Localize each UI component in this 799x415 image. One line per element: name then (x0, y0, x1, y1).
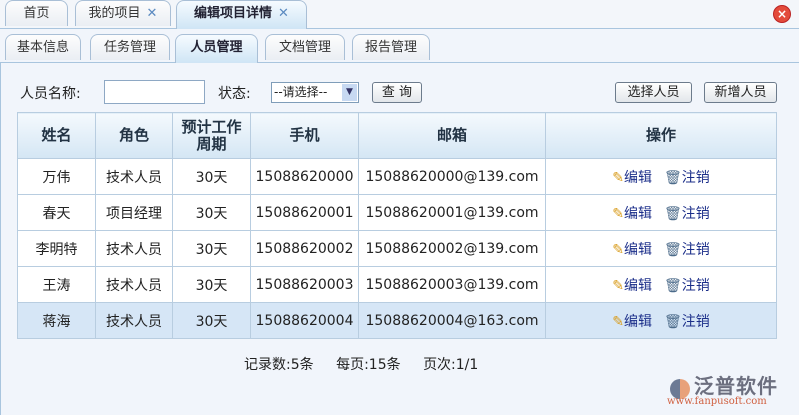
cell-phone: 15088620000 (250, 158, 359, 195)
cell-phone: 15088620004 (250, 302, 359, 339)
cell-name: 李明特 (17, 230, 96, 267)
sub-tab-bar: 基本信息 任务管理 人员管理 文档管理 报告管理 (0, 34, 799, 63)
cell-role: 技术人员 (95, 302, 173, 339)
table-row[interactable]: 王涛 技术人员 30天 15088620003 15088620003@139.com ✎… (17, 266, 777, 303)
cell-role: 技术人员 (95, 158, 173, 195)
pencil-icon: ✎ (612, 205, 624, 222)
edit-button[interactable]: ✎编辑 (612, 242, 652, 258)
tab-my-projects[interactable]: 我的项目 ✕ (75, 0, 171, 26)
pencil-icon: ✎ (612, 169, 624, 186)
tab-edit-project[interactable]: 编辑项目详情 ✕ (176, 0, 307, 29)
header-email: 邮箱 (358, 112, 546, 159)
tab-home[interactable]: 首页 (5, 0, 68, 26)
add-personnel-button[interactable]: 新增人员 (704, 82, 777, 103)
status-label: 状态: (218, 86, 251, 102)
cell-phone: 15088620003 (250, 266, 359, 303)
cell-email: 15088620003@139.com (358, 266, 546, 303)
cell-email: 15088620002@139.com (358, 230, 546, 267)
deactivate-button[interactable]: 🗑注销 (664, 278, 710, 294)
record-count: 记录数:5条 (244, 357, 314, 373)
header-actions: 操作 (545, 112, 777, 159)
cell-period: 30天 (172, 266, 251, 303)
cell-phone: 15088620002 (250, 230, 359, 267)
header-period: 预计工作周期 (172, 112, 251, 159)
close-tab-icon[interactable]: ✕ (278, 6, 289, 21)
table-row[interactable]: 李明特 技术人员 30天 15088620002 15088620002@139.com… (17, 230, 777, 267)
cell-actions: ✎编辑 🗑注销 (545, 266, 777, 303)
name-label: 人员名称: (20, 86, 81, 102)
pencil-icon: ✎ (612, 241, 624, 258)
personnel-table: 姓名 角色 预计工作周期 手机 邮箱 操作 万伟 技术人员 30天 150886200… (17, 112, 777, 339)
cell-role: 技术人员 (95, 266, 173, 303)
header-role: 角色 (95, 112, 173, 159)
cell-name: 蒋海 (17, 302, 96, 339)
trash-icon: 🗑 (663, 241, 682, 258)
query-button[interactable]: 查 询 (372, 82, 422, 103)
cell-period: 30天 (172, 158, 251, 195)
page-number: 页次:1/1 (423, 357, 479, 373)
status-select[interactable]: --请选择-- ▼ (271, 82, 359, 103)
cell-period: 30天 (172, 230, 251, 267)
edit-button[interactable]: ✎编辑 (612, 170, 652, 186)
close-window-icon[interactable]: × (773, 5, 791, 23)
trash-icon: 🗑 (663, 313, 682, 330)
pencil-icon: ✎ (612, 277, 624, 294)
cell-period: 30天 (172, 302, 251, 339)
cell-name: 春天 (17, 194, 96, 231)
cell-actions: ✎编辑 🗑注销 (545, 158, 777, 195)
deactivate-button[interactable]: 🗑注销 (664, 314, 710, 330)
table-row[interactable]: 万伟 技术人员 30天 15088620000 15088620000@139.com ✎… (17, 158, 777, 195)
cell-email: 15088620001@139.com (358, 194, 546, 231)
table-row[interactable]: 蒋海 技术人员 30天 15088620004 15088620004@163.com ✎… (17, 302, 777, 339)
per-page: 每页:15条 (336, 357, 401, 373)
cell-period: 30天 (172, 194, 251, 231)
cell-phone: 15088620001 (250, 194, 359, 231)
select-personnel-button[interactable]: 选择人员 (615, 82, 692, 103)
deactivate-button[interactable]: 🗑注销 (664, 242, 710, 258)
cell-name: 万伟 (17, 158, 96, 195)
header-phone: 手机 (250, 112, 359, 159)
chevron-down-icon: ▼ (342, 84, 357, 101)
top-tab-bar: 首页 我的项目 ✕ 编辑项目详情 ✕ × (0, 0, 799, 29)
cell-actions: ✎编辑 🗑注销 (545, 230, 777, 267)
trash-icon: 🗑 (663, 169, 682, 186)
close-tab-icon[interactable]: ✕ (147, 6, 158, 21)
cell-role: 项目经理 (95, 194, 173, 231)
cell-name: 王涛 (17, 266, 96, 303)
header-name: 姓名 (17, 112, 96, 159)
edit-button[interactable]: ✎编辑 (612, 314, 652, 330)
logo: 泛普软件 www.fanpusoft.com (667, 374, 778, 407)
edit-button[interactable]: ✎编辑 (612, 278, 652, 294)
tab-document-management[interactable]: 文档管理 (265, 34, 345, 60)
deactivate-button[interactable]: 🗑注销 (664, 170, 710, 186)
name-input[interactable] (104, 80, 205, 104)
cell-role: 技术人员 (95, 230, 173, 267)
tab-report-management[interactable]: 报告管理 (352, 34, 430, 60)
tab-basic-info[interactable]: 基本信息 (5, 34, 81, 60)
edit-button[interactable]: ✎编辑 (612, 206, 652, 222)
trash-icon: 🗑 (663, 277, 682, 294)
cell-email: 15088620000@139.com (358, 158, 546, 195)
cell-actions: ✎编辑 🗑注销 (545, 194, 777, 231)
cell-actions: ✎编辑 🗑注销 (545, 302, 777, 339)
tab-personnel-management[interactable]: 人员管理 (175, 34, 258, 63)
tab-task-management[interactable]: 任务管理 (90, 34, 170, 60)
pencil-icon: ✎ (612, 313, 624, 330)
trash-icon: 🗑 (663, 205, 682, 222)
deactivate-button[interactable]: 🗑注销 (664, 206, 710, 222)
table-row[interactable]: 春天 项目经理 30天 15088620001 15088620001@139.com ✎… (17, 194, 777, 231)
cell-email: 15088620004@163.com (358, 302, 546, 339)
pagination-info: 记录数:5条 每页:15条 页次:1/1 (244, 354, 496, 374)
